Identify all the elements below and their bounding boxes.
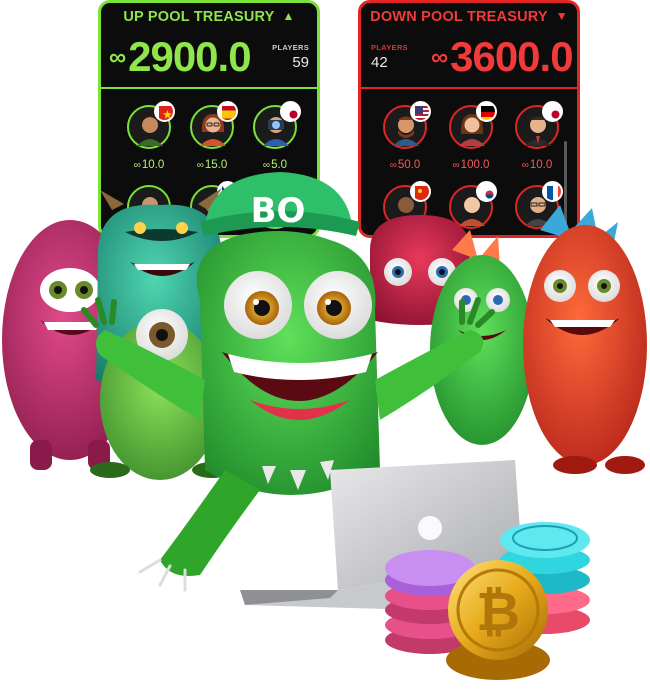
cap-logo-text: BO [251,191,306,231]
monster-illustration: BO ₿ [2,172,647,680]
svg-text:₿: ₿ [476,580,520,643]
apple-logo-icon [418,516,442,540]
orange-monster [523,205,647,474]
bitcoin-coin-icon: ₿ [446,560,550,680]
